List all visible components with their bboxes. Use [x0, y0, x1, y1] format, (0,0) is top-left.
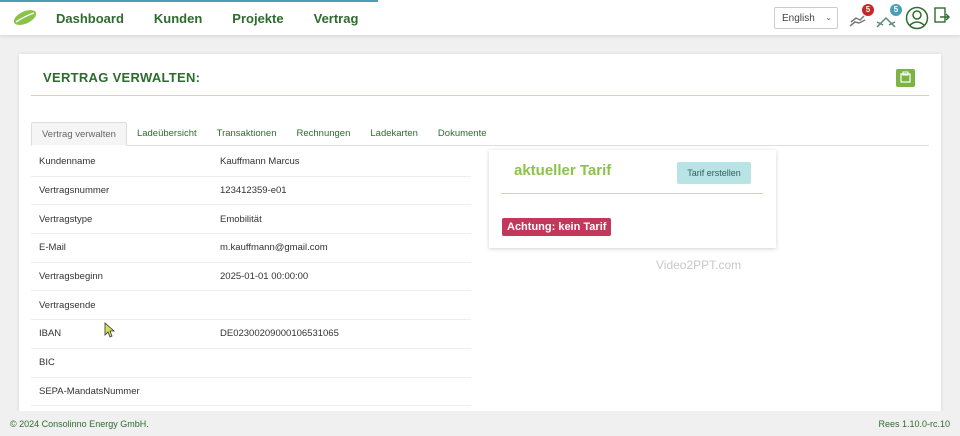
tab-transaktionen[interactable]: Transaktionen: [207, 122, 287, 146]
language-select[interactable]: English ⌄: [774, 7, 838, 29]
table-row: IBAN DE02300209000106531065: [31, 320, 471, 349]
logout-button[interactable]: [933, 6, 957, 30]
main-nav: Dashboard Kunden Projekte Vertrag: [56, 0, 388, 36]
tab-ladeuebersicht[interactable]: Ladeübersicht: [127, 122, 207, 146]
row-label: E-Mail: [39, 242, 66, 254]
table-row: SEPA-MandatsNummer: [31, 378, 471, 407]
contract-details-table: Kundenname Kauffmann Marcus Vertragsnumme…: [31, 148, 471, 407]
row-label: Vertragsnummer: [39, 185, 110, 197]
row-value: DE02300209000106531065: [220, 328, 339, 340]
row-value: Kauffmann Marcus: [220, 156, 300, 168]
create-tariff-button[interactable]: Tarif erstellen: [677, 162, 751, 184]
table-row: Vertragsende: [31, 291, 471, 321]
table-row: Vertragstype Emobilität: [31, 205, 471, 235]
leaf-logo-icon[interactable]: [12, 9, 38, 26]
row-value: Emobilität: [220, 213, 262, 225]
top-navbar: Dashboard Kunden Projekte Vertrag Englis…: [0, 0, 960, 36]
footer: © 2024 Consolinno Energy GmbH. Rees 1.10…: [0, 411, 960, 436]
row-label: Vertragsende: [39, 299, 96, 311]
nav-dashboard[interactable]: Dashboard: [56, 11, 124, 26]
table-row: Vertragsnummer 123412359-e01: [31, 177, 471, 206]
nav-kunden[interactable]: Kunden: [154, 11, 202, 26]
printer-icon: [900, 71, 911, 83]
tab-rechnungen[interactable]: Rechnungen: [286, 122, 360, 146]
table-row: Vertragsbeginn 2025-01-01 00:00:00: [31, 263, 471, 292]
row-label: BIC: [39, 357, 55, 369]
footer-version: Rees 1.10.0-rc.10: [878, 419, 950, 429]
row-value: 123412359-e01: [220, 185, 287, 197]
current-tariff-panel: aktueller Tarif Tarif erstellen Achtung:…: [489, 150, 776, 248]
profile-button[interactable]: [905, 6, 929, 30]
document-exit-icon: [934, 7, 950, 23]
table-row: E-Mail m.kauffmann@gmail.com: [31, 234, 471, 263]
nav-projekte[interactable]: Projekte: [232, 11, 283, 26]
footer-copyright: © 2024 Consolinno Energy GmbH.: [10, 419, 149, 429]
row-value: m.kauffmann@gmail.com: [220, 242, 328, 254]
tariff-title: aktueller Tarif: [514, 162, 612, 179]
tab-dokumente[interactable]: Dokumente: [428, 122, 497, 146]
tab-bar: Vertrag verwalten Ladeübersicht Transakt…: [31, 122, 929, 146]
row-label: Vertragsbeginn: [39, 271, 103, 283]
tariff-divider: [501, 193, 763, 194]
title-divider: [31, 95, 929, 96]
table-row: Kundenname Kauffmann Marcus: [31, 148, 471, 177]
row-label: IBAN: [39, 328, 62, 340]
notification-badge: 5: [862, 4, 874, 16]
print-button[interactable]: [896, 69, 915, 87]
language-value: English: [782, 12, 815, 24]
row-label: Kundenname: [39, 156, 96, 168]
nav-vertrag[interactable]: Vertrag: [314, 11, 359, 26]
user-avatar-icon: [905, 6, 929, 30]
row-label: Vertragstype: [39, 213, 93, 225]
messages-button[interactable]: 5: [874, 4, 902, 30]
tab-vertrag-verwalten[interactable]: Vertrag verwalten: [31, 122, 127, 146]
table-row: BIC: [31, 349, 471, 378]
row-label: SEPA-MandatsNummer: [39, 385, 140, 397]
watermark: Video2PPT.com: [656, 258, 742, 272]
tab-ladekarten[interactable]: Ladekarten: [360, 122, 428, 146]
mouse-cursor-icon: [104, 322, 116, 338]
row-value: 2025-01-01 00:00:00: [220, 271, 309, 283]
no-tariff-warning-badge: Achtung: kein Tarif: [502, 218, 612, 236]
chevron-down-icon: ⌄: [825, 13, 832, 22]
notifications-button[interactable]: 5: [846, 4, 874, 30]
page-title: VERTRAG VERWALTEN:: [43, 70, 201, 85]
messages-badge: 5: [890, 4, 902, 16]
contract-card: VERTRAG VERWALTEN: Vertrag verwalten Lad…: [19, 54, 941, 414]
